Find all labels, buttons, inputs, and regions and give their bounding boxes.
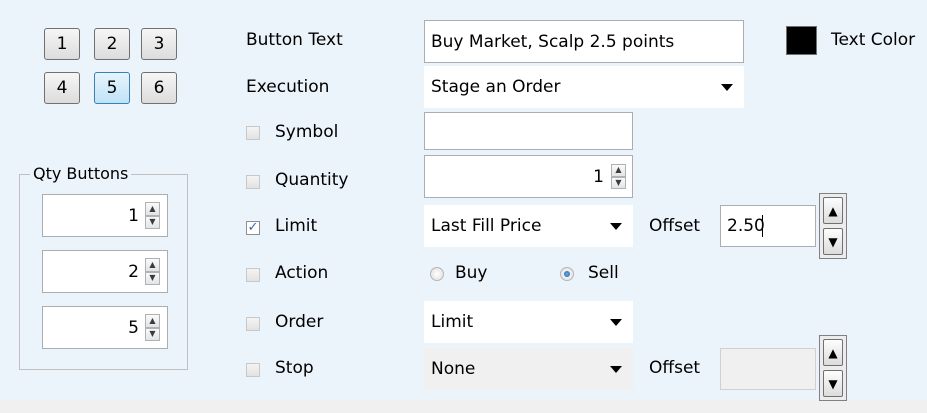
quantity-checkbox[interactable] (246, 175, 260, 189)
quantity-spinner[interactable]: ▲ ▼ (611, 164, 626, 189)
quantity-field[interactable]: 1 (424, 155, 633, 198)
limit-checkbox[interactable]: ✓ (246, 221, 260, 235)
order-checkbox[interactable] (246, 317, 260, 331)
spin-up-icon[interactable]: ▲ (823, 197, 843, 224)
spin-up-icon[interactable]: ▲ (145, 258, 160, 272)
execution-label: Execution (246, 77, 330, 97)
action-checkbox[interactable] (246, 268, 260, 282)
qty-button-2-spinner[interactable]: ▲ ▼ (145, 258, 160, 285)
preset-button-1[interactable]: 1 (44, 28, 80, 60)
spin-up-icon[interactable]: ▲ (611, 164, 626, 177)
buy-radio-label: Buy (455, 263, 488, 283)
limit-offset-input[interactable]: 2.50 (720, 205, 816, 247)
stop-offset-label: Offset (649, 358, 701, 378)
sell-radio[interactable] (560, 267, 574, 281)
qty-button-1-value: 1 (128, 205, 139, 226)
preset-button-6[interactable]: 6 (141, 72, 177, 104)
button-text-input[interactable]: Buy Market, Scalp 2.5 points (424, 20, 744, 63)
button-text-value: Buy Market, Scalp 2.5 points (431, 31, 675, 52)
stop-dropdown[interactable]: None (424, 348, 633, 390)
spin-down-icon[interactable]: ▼ (145, 271, 160, 285)
limit-offset-spinner[interactable]: ▲ ▼ (819, 193, 847, 259)
stop-value: None (431, 359, 476, 379)
spin-down-icon[interactable]: ▼ (145, 327, 160, 341)
stop-checkbox[interactable] (246, 363, 260, 377)
spin-down-icon[interactable]: ▼ (145, 215, 160, 229)
spin-up-icon[interactable]: ▲ (145, 314, 160, 328)
preset-button-3[interactable]: 3 (141, 28, 177, 60)
text-color-label: Text Color (831, 30, 916, 50)
action-label: Action (275, 263, 329, 283)
qty-buttons-title: Qty Buttons (30, 164, 132, 183)
execution-value: Stage an Order (431, 77, 561, 97)
execution-dropdown[interactable]: Stage an Order (424, 66, 744, 108)
symbol-checkbox[interactable] (246, 126, 260, 140)
spin-up-icon[interactable]: ▲ (145, 202, 160, 216)
stop-offset-spinner[interactable]: ▲ ▼ (819, 335, 847, 401)
spin-up-icon[interactable]: ▲ (823, 339, 843, 366)
order-dropdown[interactable]: Limit (424, 301, 633, 343)
stop-offset-input[interactable] (720, 348, 816, 390)
limit-offset-label: Offset (649, 216, 701, 236)
qty-button-3-value: 5 (128, 317, 139, 338)
quantity-value: 1 (593, 166, 604, 187)
symbol-label: Symbol (275, 122, 339, 142)
spin-down-icon[interactable]: ▼ (823, 370, 843, 397)
qty-button-2-value: 2 (128, 261, 139, 282)
chevron-down-icon (610, 223, 622, 230)
symbol-input[interactable] (424, 112, 633, 150)
sell-radio-label: Sell (588, 263, 619, 283)
settings-panel: 1 2 3 4 5 6 Qty Buttons 1 ▲ ▼ 2 ▲ ▼ 5 ▲ … (0, 0, 927, 401)
preset-button-2[interactable]: 2 (94, 28, 130, 60)
order-label: Order (275, 312, 324, 332)
chevron-down-icon (721, 84, 733, 91)
quantity-label: Quantity (275, 170, 349, 190)
limit-offset-value: 2.50 (727, 216, 765, 236)
buy-radio[interactable] (430, 267, 444, 281)
text-cursor (762, 215, 763, 237)
preset-button-5[interactable]: 5 (94, 72, 130, 104)
limit-dropdown[interactable]: Last Fill Price (424, 205, 633, 247)
stop-label: Stop (275, 358, 314, 378)
qty-button-3-spinner[interactable]: ▲ ▼ (145, 314, 160, 341)
preset-button-4[interactable]: 4 (44, 72, 80, 104)
text-color-swatch[interactable] (786, 26, 817, 55)
chevron-down-icon (610, 319, 622, 326)
chevron-down-icon (610, 366, 622, 373)
limit-value: Last Fill Price (431, 216, 542, 236)
order-value: Limit (431, 312, 474, 332)
button-text-label: Button Text (246, 30, 343, 50)
limit-label: Limit (275, 216, 318, 236)
spin-down-icon[interactable]: ▼ (611, 176, 626, 189)
spin-down-icon[interactable]: ▼ (823, 228, 843, 255)
qty-button-1-spinner[interactable]: ▲ ▼ (145, 202, 160, 229)
